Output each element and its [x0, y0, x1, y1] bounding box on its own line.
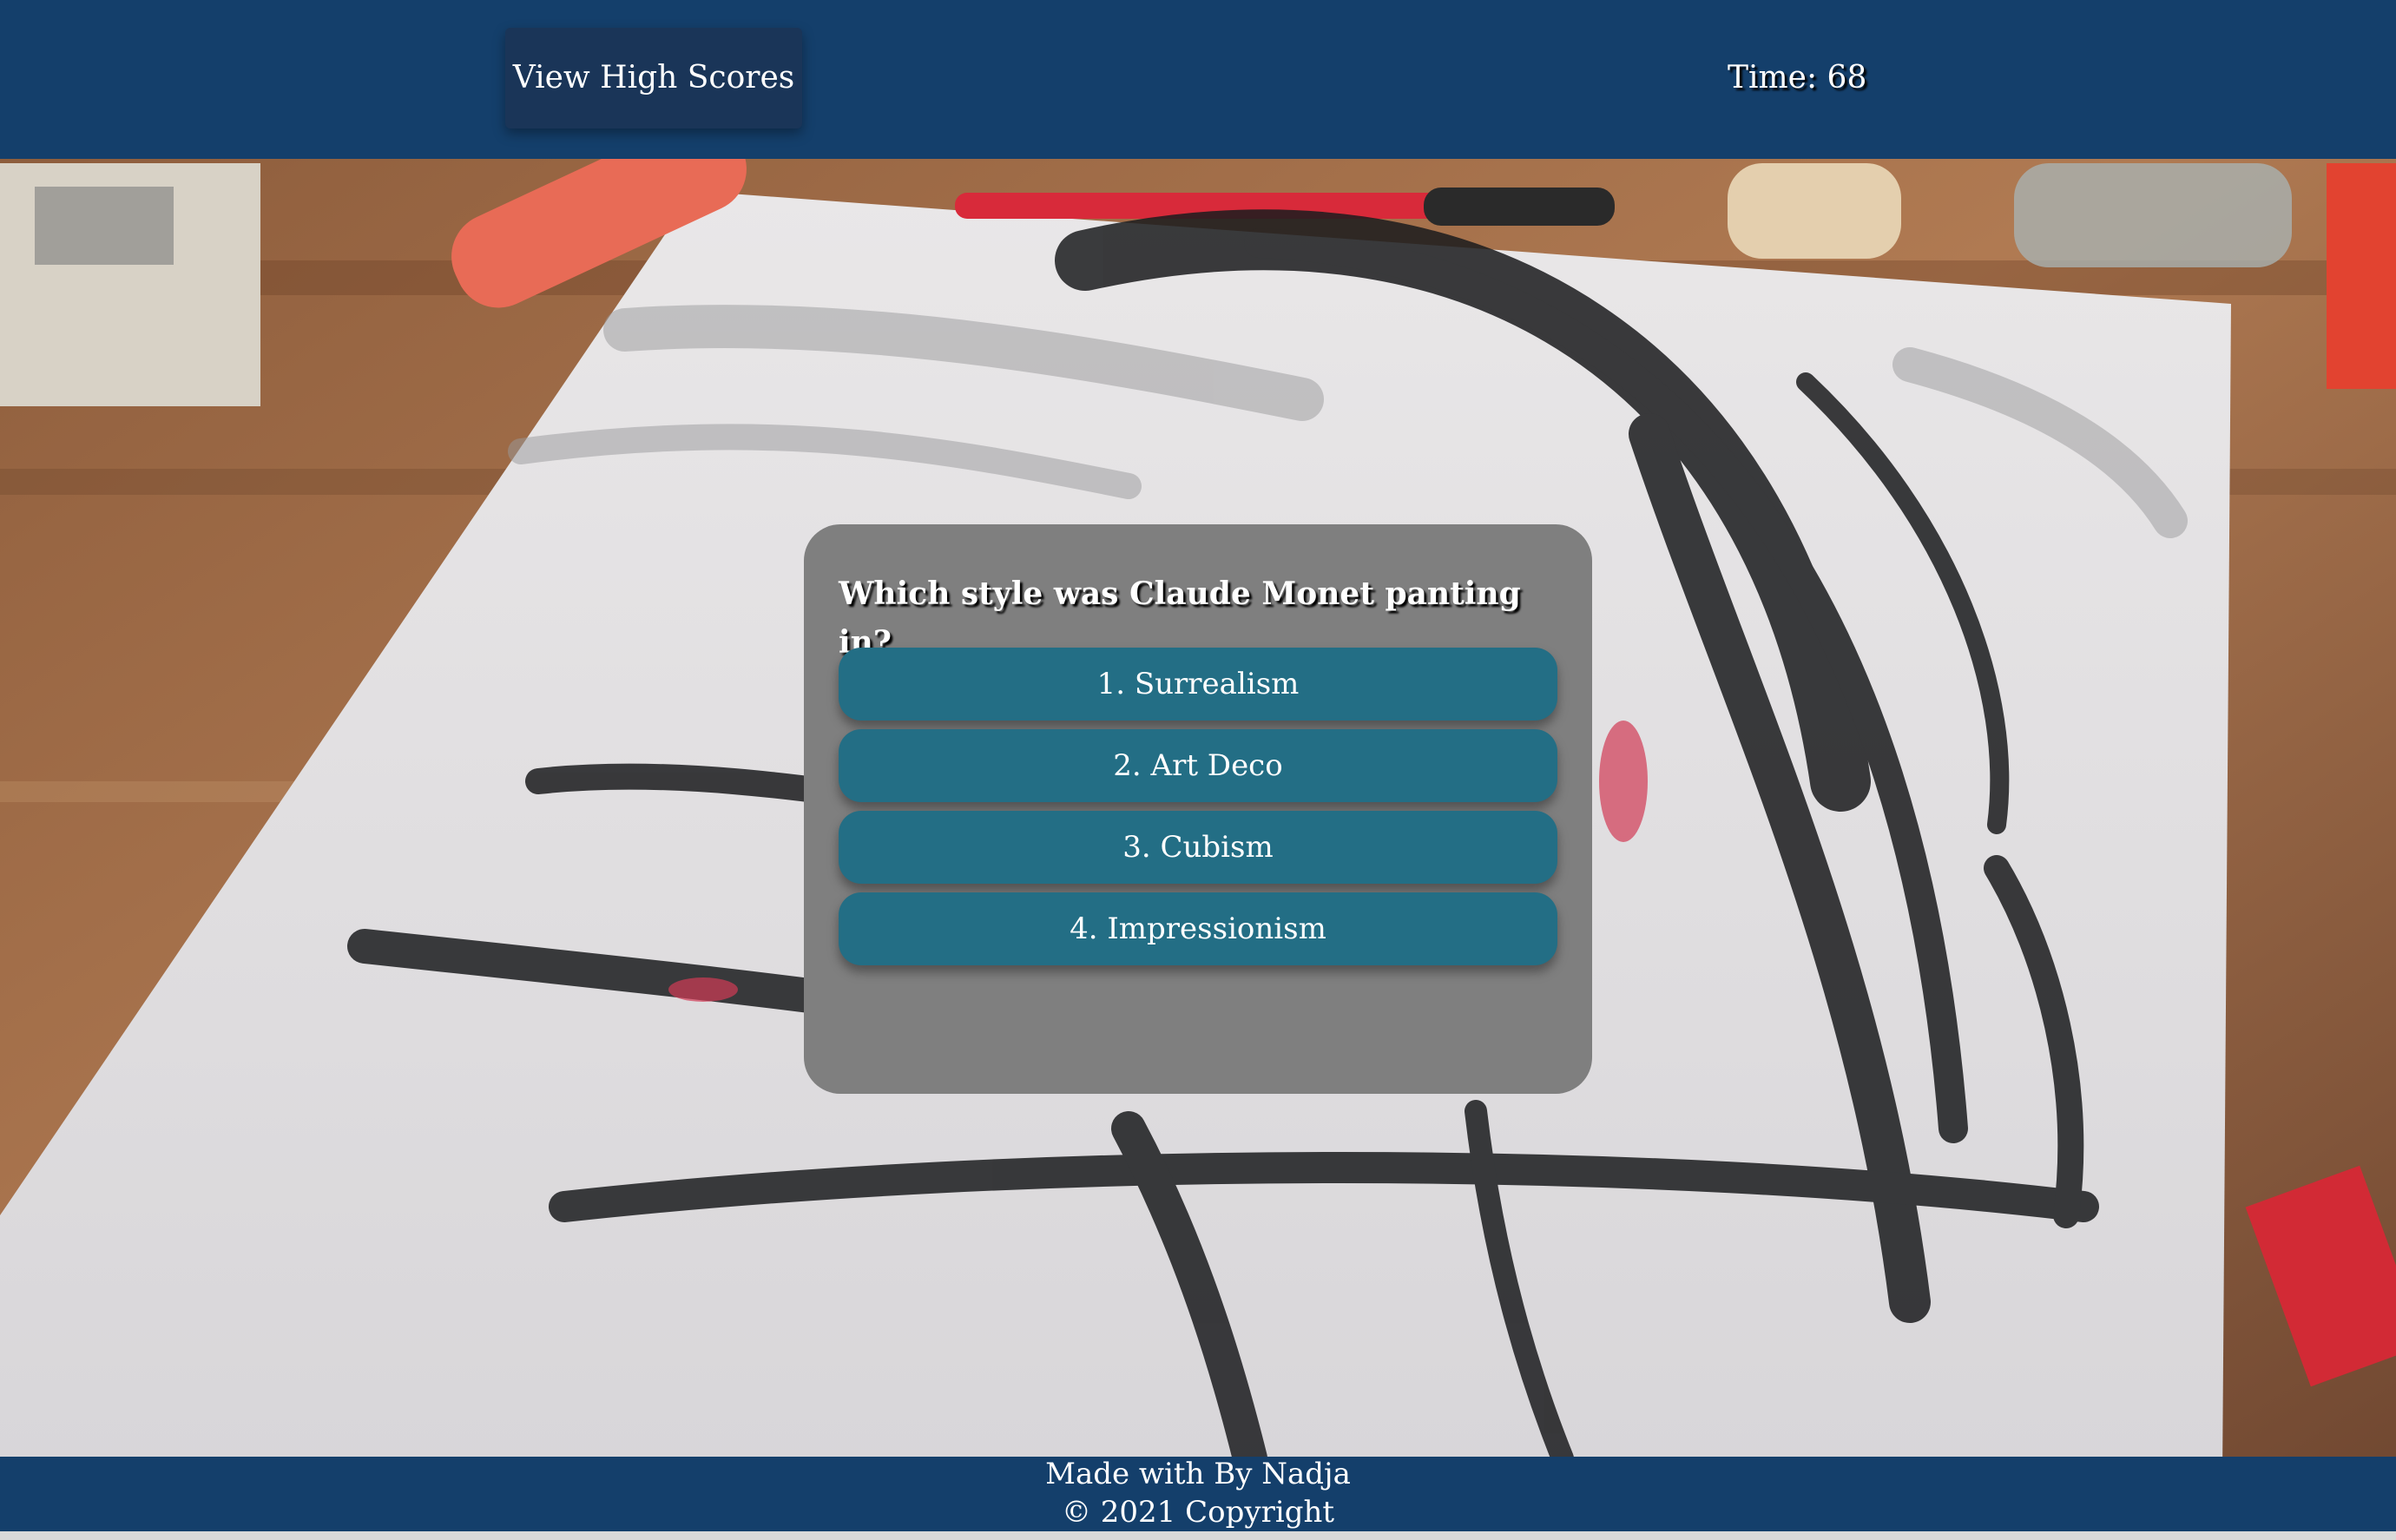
footer-copyright: © 2021 Copyright	[1061, 1495, 1335, 1530]
timer-display: Time: 68	[1728, 60, 1867, 95]
answer-button-4[interactable]: 4. Impressionism	[839, 892, 1557, 965]
quiz-page: View High Scores Time: 68 Which style wa…	[0, 0, 2396, 1540]
bottom-strip	[0, 1531, 2396, 1540]
answer-button-2[interactable]: 2. Art Deco	[839, 729, 1557, 802]
quiz-card: Which style was Claude Monet panting in?…	[804, 524, 1592, 1094]
answer-button-3[interactable]: 3. Cubism	[839, 811, 1557, 884]
footer: Made with By Nadja © 2021 Copyright	[0, 1457, 2396, 1531]
answer-button-1[interactable]: 1. Surrealism	[839, 648, 1557, 721]
answer-list: 1. Surrealism 2. Art Deco 3. Cubism 4. I…	[839, 648, 1557, 974]
top-bar: View High Scores Time: 68	[0, 0, 2396, 159]
footer-credit: Made with By Nadja	[1045, 1457, 1351, 1491]
view-high-scores-button[interactable]: View High Scores	[505, 28, 802, 128]
